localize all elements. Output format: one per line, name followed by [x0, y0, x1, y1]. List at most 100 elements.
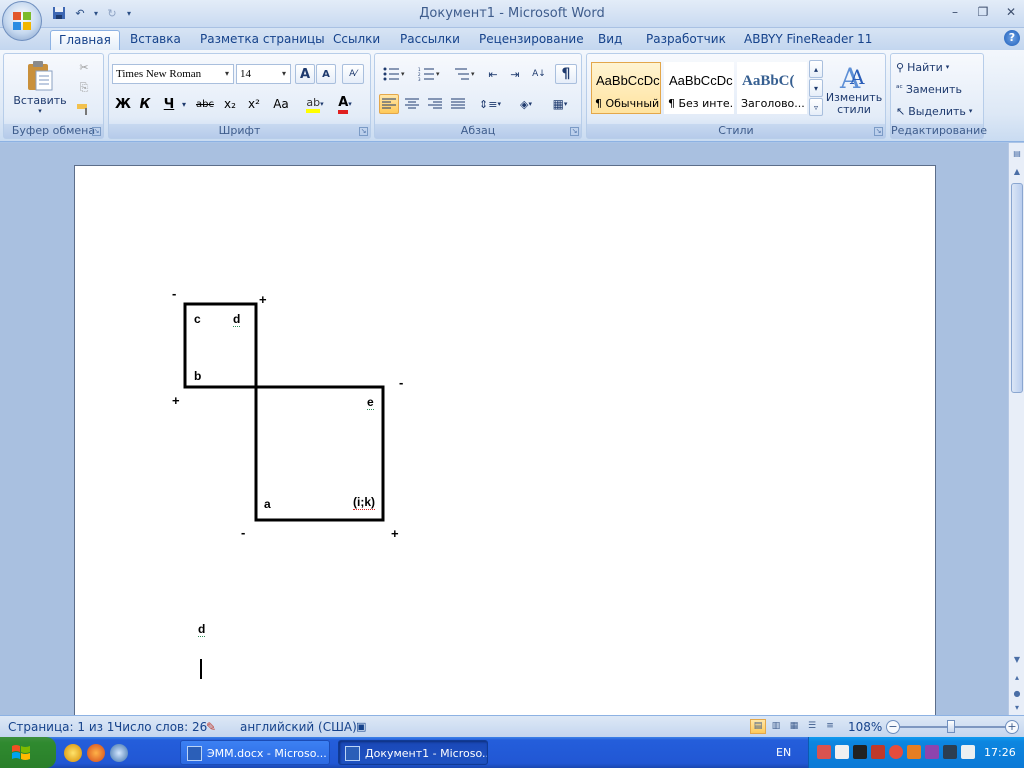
- bold-button[interactable]: Ж: [113, 94, 133, 114]
- sort-icon[interactable]: A↓: [529, 64, 549, 84]
- view-outline-icon[interactable]: ☰: [804, 719, 820, 734]
- browse-object-icon[interactable]: ●: [1010, 687, 1024, 701]
- scroll-up-icon[interactable]: ▲: [1010, 165, 1024, 179]
- font-name-combo[interactable]: Times New Roman ▾: [112, 64, 234, 84]
- justify-icon[interactable]: [448, 94, 468, 114]
- align-right-icon[interactable]: [425, 94, 445, 114]
- ruler-toggle-icon[interactable]: ▤: [1010, 147, 1024, 161]
- macro-recording-icon[interactable]: ▣: [356, 720, 366, 733]
- shrink-font-button[interactable]: A: [316, 64, 336, 84]
- replace-button[interactable]: ᵃᶜ Заменить: [895, 80, 981, 98]
- zoom-in-button[interactable]: +: [1005, 720, 1019, 734]
- select-button[interactable]: ↖ Выделить ▾: [895, 102, 981, 120]
- tray-icon[interactable]: [889, 745, 903, 759]
- language-bar[interactable]: EN: [776, 746, 791, 759]
- font-color-button[interactable]: A ▾: [331, 94, 359, 114]
- tab-references[interactable]: Ссылки: [325, 30, 388, 50]
- view-web-layout-icon[interactable]: ▦: [786, 719, 802, 734]
- quicklaunch-app-icon[interactable]: [64, 744, 82, 762]
- change-styles-button[interactable]: A A Изменить стили: [825, 56, 883, 122]
- tab-developer[interactable]: Разработчик: [638, 30, 734, 50]
- align-left-icon[interactable]: [379, 94, 399, 114]
- spellcheck-icon[interactable]: ✎: [206, 720, 216, 734]
- tab-page-layout[interactable]: Разметка страницы: [192, 30, 333, 50]
- decrease-indent-icon[interactable]: ⇤: [483, 64, 503, 84]
- word-count[interactable]: Число слов: 26: [114, 720, 207, 734]
- close-button[interactable]: ✕: [1002, 3, 1020, 21]
- italic-button[interactable]: К: [135, 94, 155, 114]
- strikethrough-button[interactable]: abc: [193, 94, 217, 114]
- multilevel-list-icon[interactable]: ▾: [448, 64, 480, 84]
- taskbar-item-document1[interactable]: Документ1 - Microso...: [338, 740, 488, 765]
- previous-page-icon[interactable]: ▴: [1010, 671, 1024, 685]
- change-case-button[interactable]: Aa: [267, 94, 295, 114]
- start-button[interactable]: [0, 737, 56, 768]
- tray-icon[interactable]: [925, 745, 939, 759]
- view-print-layout-icon[interactable]: ▤: [750, 719, 766, 734]
- tray-icon[interactable]: [961, 745, 975, 759]
- scroll-thumb[interactable]: [1011, 183, 1023, 393]
- grow-font-button[interactable]: A: [295, 64, 315, 84]
- dialog-launcher-icon[interactable]: ↘: [92, 127, 101, 136]
- styles-scroll-down-icon[interactable]: ▾: [809, 79, 823, 97]
- tab-review[interactable]: Рецензирование: [471, 30, 592, 50]
- styles-more-icon[interactable]: ▿: [809, 98, 823, 116]
- tab-abbyy[interactable]: ABBYY FineReader 11: [736, 30, 880, 50]
- dialog-launcher-icon[interactable]: ↘: [359, 127, 368, 136]
- minimize-button[interactable]: –: [946, 3, 964, 21]
- taskbar-item-emm[interactable]: ЭММ.docx - Microso...: [180, 740, 330, 765]
- zoom-slider-thumb[interactable]: [947, 720, 955, 733]
- page-count[interactable]: Страница: 1 из 1: [8, 720, 114, 734]
- find-button[interactable]: ⚲ Найти ▾: [895, 58, 981, 76]
- bullets-icon[interactable]: ▾: [378, 64, 410, 84]
- show-marks-button[interactable]: ¶: [555, 64, 577, 84]
- next-page-icon[interactable]: ▾: [1010, 701, 1024, 715]
- increase-indent-icon[interactable]: ⇥: [505, 64, 525, 84]
- style-no-spacing[interactable]: AaBbCcDc ¶ Без инте...: [664, 62, 734, 114]
- dialog-launcher-icon[interactable]: ↘: [874, 127, 883, 136]
- highlight-color-button[interactable]: ab ▾: [301, 94, 329, 114]
- tray-icon[interactable]: [907, 745, 921, 759]
- desktop-icon[interactable]: [110, 744, 128, 762]
- copy-icon[interactable]: ⎘: [74, 79, 94, 97]
- tab-view[interactable]: Вид: [590, 30, 630, 50]
- view-draft-icon[interactable]: ≡: [822, 719, 838, 734]
- font-size-combo[interactable]: 14 ▾: [236, 64, 291, 84]
- borders-icon[interactable]: ▦ ▾: [545, 94, 575, 114]
- tab-insert[interactable]: Вставка: [122, 30, 189, 50]
- zoom-level[interactable]: 108%: [848, 720, 882, 734]
- cut-icon[interactable]: ✂: [74, 58, 94, 76]
- align-center-icon[interactable]: [402, 94, 422, 114]
- vertical-scrollbar[interactable]: ▤ ▲ ▼ ▴ ● ▾: [1008, 143, 1024, 715]
- network-icon[interactable]: [943, 745, 957, 759]
- zoom-out-button[interactable]: −: [886, 720, 900, 734]
- language-indicator[interactable]: английский (США): [240, 720, 357, 734]
- shading-icon[interactable]: ◈ ▾: [511, 94, 541, 114]
- tray-icon[interactable]: [817, 745, 831, 759]
- scroll-down-icon[interactable]: ▼: [1010, 653, 1024, 667]
- style-heading-1[interactable]: AaBbC( Заголово...: [737, 62, 807, 114]
- tray-icon[interactable]: [835, 745, 849, 759]
- paste-button[interactable]: Вставить ▾: [10, 58, 70, 116]
- view-full-screen-icon[interactable]: ▥: [768, 719, 784, 734]
- office-button[interactable]: [2, 1, 42, 41]
- superscript-button[interactable]: x²: [243, 94, 265, 114]
- volume-icon[interactable]: [853, 745, 867, 759]
- clock[interactable]: 17:26: [984, 746, 1016, 759]
- numbering-icon[interactable]: 1 2 3 ▾: [413, 64, 445, 84]
- help-icon[interactable]: ?: [1004, 30, 1020, 46]
- clear-formatting-icon[interactable]: A⁄: [342, 64, 364, 84]
- dialog-launcher-icon[interactable]: ↘: [570, 127, 579, 136]
- tray-icon[interactable]: [871, 745, 885, 759]
- firefox-icon[interactable]: [87, 744, 105, 762]
- tab-mailings[interactable]: Рассылки: [392, 30, 468, 50]
- line-spacing-icon[interactable]: ⇕≡ ▾: [475, 94, 505, 114]
- format-painter-icon[interactable]: [74, 100, 94, 118]
- underline-dropdown-icon[interactable]: ▾: [179, 94, 189, 114]
- restore-button[interactable]: ❐: [974, 3, 992, 21]
- underline-button[interactable]: Ч: [159, 94, 179, 114]
- style-normal[interactable]: AaBbCcDc ¶ Обычный: [591, 62, 661, 114]
- styles-scroll-up-icon[interactable]: ▴: [809, 60, 823, 78]
- document-page[interactable]: - + c d b + - e a (i;k) - + d: [74, 165, 936, 715]
- subscript-button[interactable]: x₂: [219, 94, 241, 114]
